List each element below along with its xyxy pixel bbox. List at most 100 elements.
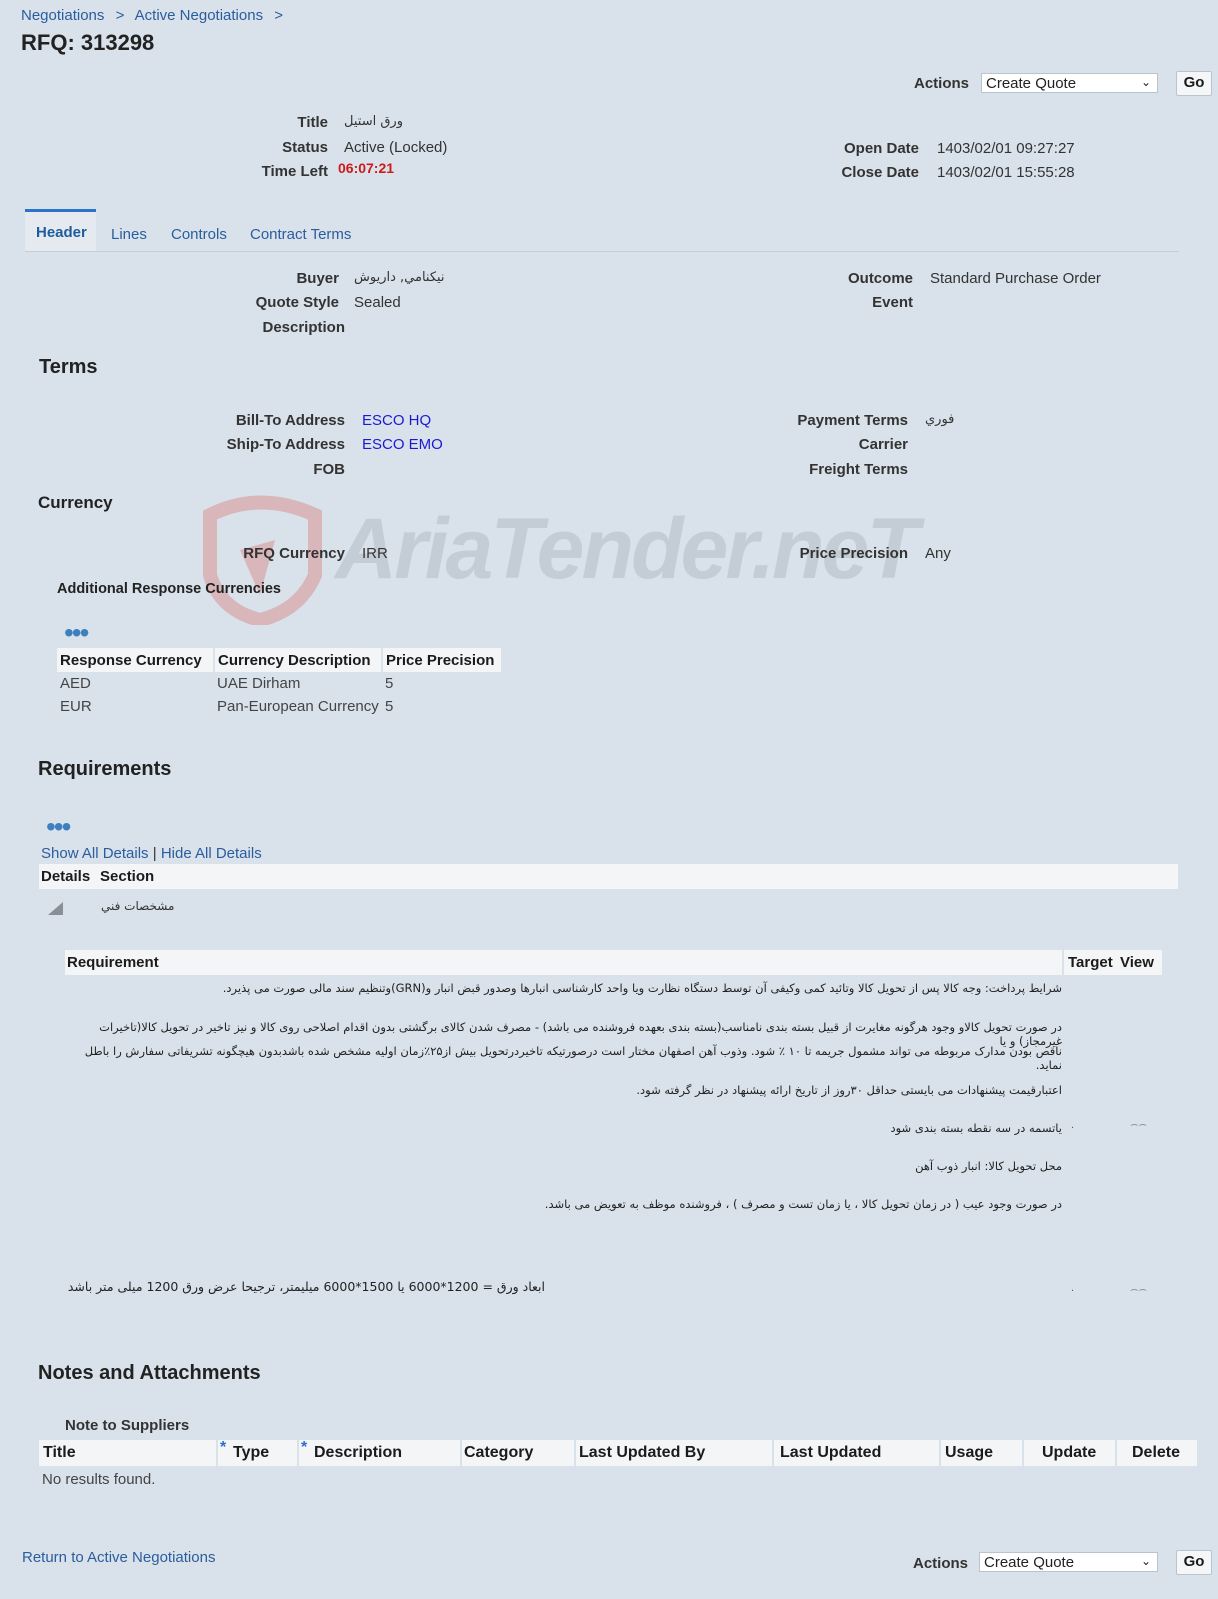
ship-to-link[interactable]: ESCO EMO (362, 436, 443, 453)
carrier-label: Carrier (858, 436, 908, 453)
buyer-label: Buyer (296, 270, 339, 287)
required-asterisk: * (220, 1439, 227, 1456)
view-glasses-icon[interactable]: ⌢⌢ (1130, 1116, 1147, 1132)
tab-contract-terms[interactable]: Contract Terms (250, 226, 351, 243)
requirement-text-line: اعتبارقیمت پیشنهادات می بایستی حداقل ۳۰ر… (636, 1083, 1062, 1097)
column-header-type: Type (233, 1444, 270, 1461)
actions-select[interactable]: Create Quote ⌄ (981, 73, 1158, 93)
table-cell: 5 (385, 675, 394, 692)
required-asterisk: * (301, 1439, 308, 1456)
event-label: Event (872, 294, 913, 311)
currency-heading: Currency (38, 493, 113, 512)
breadcrumb-separator: > (115, 7, 125, 24)
currency-table-header: Response Currency Currency Description P… (57, 648, 501, 672)
tab-header[interactable]: Header (25, 209, 96, 251)
breadcrumb: Negotiations > Active Negotiations > (21, 7, 290, 24)
actions-select[interactable]: Create Quote ⌄ (979, 1552, 1158, 1572)
price-precision-label: Price Precision (799, 545, 908, 562)
requirement-text-line: ابعاد ورق = 1200*6000 یا 1500*6000 میلیم… (67, 1279, 545, 1294)
breadcrumb-separator: > (274, 7, 284, 24)
open-date-label: Open Date (843, 140, 919, 157)
column-header-description: Description (314, 1444, 403, 1461)
table-row: EUR Pan-European Currency 5 (57, 695, 501, 718)
column-divider (939, 1440, 941, 1466)
time-left-label: Time Left (261, 163, 328, 180)
column-divider (574, 1440, 576, 1466)
page-title: RFQ: 313298 (21, 30, 155, 55)
column-divider (772, 1440, 774, 1466)
show-all-details-link[interactable]: Show All Details (41, 845, 149, 862)
ship-to-label: Ship-To Address (226, 436, 345, 453)
requirement-text-line: یاتسمه در سه نقطه بسته بندی شود (890, 1121, 1062, 1135)
column-divider (460, 1440, 462, 1466)
column-header-title: Title (43, 1444, 76, 1461)
column-divider (1115, 1440, 1117, 1466)
close-date-value: 1403/02/01 15:55:28 (937, 164, 1075, 181)
requirement-text-line: در صورت وجود عیب ( در زمان تحویل کالا ، … (544, 1197, 1062, 1211)
buyer-value: نيكنامي, داريوش (354, 270, 445, 285)
no-results-text: No results found. (42, 1471, 156, 1488)
tab-divider (25, 251, 1179, 252)
quote-style-value: Sealed (354, 294, 401, 311)
column-header: Currency Description (214, 648, 383, 672)
return-to-active-negotiations-link[interactable]: Return to Active Negotiations (22, 1549, 215, 1566)
column-header-category: Category (464, 1444, 534, 1461)
requirement-text-line: شرایط پرداخت: وجه کالا پس از تحویل کالا … (222, 981, 1062, 995)
column-header-details: Details (41, 868, 91, 885)
breadcrumb-active-negotiations[interactable]: Active Negotiations (135, 7, 263, 24)
section-name: مشخصات فني (101, 899, 175, 913)
more-actions-icon[interactable]: ••• (46, 813, 71, 841)
fob-label: FOB (313, 461, 345, 478)
column-header-usage: Usage (945, 1444, 994, 1461)
terms-heading: Terms (39, 356, 98, 378)
target-dot: . (1071, 1119, 1075, 1131)
collapse-triangle-icon[interactable] (48, 902, 63, 915)
requirement-text-line: ناقص بودن مدارک مربوطه می تواند مشمول جر… (84, 1044, 1062, 1072)
payment-terms-value: فوري (925, 412, 955, 427)
link-separator: | (152, 845, 157, 862)
outcome-label: Outcome (847, 270, 913, 287)
column-header: Price Precision (386, 651, 495, 669)
details-toggle: Show All Details | Hide All Details (41, 845, 262, 862)
column-header-target: Target (1068, 954, 1113, 971)
bill-to-link[interactable]: ESCO HQ (362, 412, 431, 429)
open-date-value: 1403/02/01 09:27:27 (937, 140, 1075, 157)
view-glasses-icon[interactable]: ⌢⌢ (1130, 1281, 1147, 1297)
actions-label: Actions (912, 1555, 968, 1572)
table-cell: Pan-European Currency (217, 698, 379, 715)
freight-terms-label: Freight Terms (809, 461, 908, 478)
tab-lines[interactable]: Lines (111, 226, 147, 243)
close-date-label: Close Date (841, 164, 919, 181)
go-button[interactable]: Go (1176, 1550, 1212, 1575)
table-cell: AED (60, 675, 91, 692)
tab-controls[interactable]: Controls (171, 226, 227, 243)
column-header-view: View (1120, 954, 1154, 971)
go-button[interactable]: Go (1176, 71, 1212, 96)
requirement-table-header: Requirement Target View (65, 950, 1162, 975)
currency-table: Response Currency Currency Description P… (57, 648, 501, 718)
target-dot: . (1071, 1282, 1075, 1294)
column-header-section: Section (100, 868, 155, 885)
column-divider (1022, 1440, 1024, 1466)
requirements-heading: Requirements (38, 758, 172, 780)
notes-heading: Notes and Attachments (38, 1362, 261, 1384)
time-left-value: 06:07:21 (338, 160, 395, 176)
table-cell: EUR (60, 698, 92, 715)
column-header-delete: Delete (1132, 1444, 1181, 1461)
chevron-down-icon: ⌄ (1140, 1554, 1151, 1568)
table-cell: UAE Dirham (217, 675, 301, 692)
hide-all-details-link[interactable]: Hide All Details (161, 845, 262, 862)
requirements-table-header: Details Section (39, 864, 1178, 889)
actions-select-value: Create Quote (986, 75, 1077, 92)
column-header-requirement: Requirement (67, 954, 159, 971)
outcome-value: Standard Purchase Order (930, 270, 1101, 287)
column-divider (297, 1440, 299, 1466)
breadcrumb-negotiations[interactable]: Negotiations (21, 7, 104, 24)
more-actions-icon[interactable]: ••• (64, 619, 89, 647)
column-header: Response Currency (57, 648, 215, 672)
column-header-last-updated: Last Updated (780, 1444, 882, 1461)
column-header-last-updated-by: Last Updated By (579, 1444, 706, 1461)
attachments-table-header: Title * Type * Description Category Last… (39, 1439, 1197, 1466)
actions-select-value: Create Quote (984, 1554, 1075, 1571)
requirement-text-line: محل تحویل کالا: انبار ذوب آهن (915, 1159, 1062, 1173)
